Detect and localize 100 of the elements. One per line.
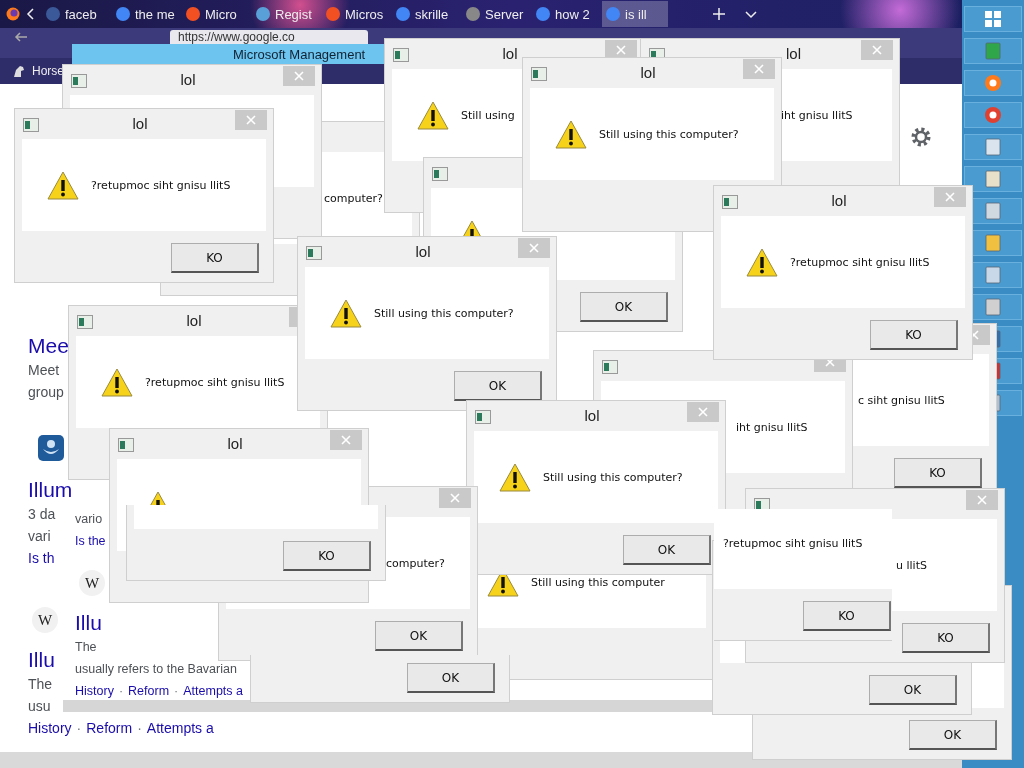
result-snippet: usu	[28, 697, 51, 716]
taskbar-app[interactable]	[964, 70, 1022, 96]
close-button[interactable]	[283, 66, 315, 86]
result-title[interactable]: Mee	[28, 333, 69, 359]
separator-dot: ·	[137, 719, 142, 738]
app-icon	[983, 137, 1003, 157]
new-tab-icon[interactable]	[712, 7, 726, 21]
browser-tab[interactable]: Micro	[182, 1, 248, 27]
window-title: lol	[502, 45, 518, 62]
dialog-message: c siht gnisu llitS	[858, 393, 945, 407]
app-icon	[983, 41, 1003, 61]
window-title: lol	[640, 64, 656, 81]
browser-tab[interactable]: is ill	[602, 1, 668, 27]
dialog-button[interactable]: KO	[171, 243, 259, 273]
window-icon	[393, 48, 409, 62]
close-icon	[616, 45, 626, 55]
close-button[interactable]	[235, 110, 267, 130]
dialog-button[interactable]: KO	[283, 541, 371, 571]
app-icon	[983, 297, 1003, 317]
window-title: lol	[415, 243, 431, 260]
close-button[interactable]	[934, 187, 966, 207]
dialog-button[interactable]: OK	[869, 675, 957, 705]
close-icon	[341, 435, 351, 445]
taskbar-app[interactable]	[964, 102, 1022, 128]
dialog-message: u llitS	[896, 558, 927, 572]
browser-tab[interactable]: Server	[462, 1, 528, 27]
result-link[interactable]: Is the	[75, 530, 106, 552]
warning-icon	[47, 170, 79, 200]
close-button[interactable]	[743, 59, 775, 79]
window-icon	[77, 315, 93, 329]
dialog-button[interactable]: KO	[902, 623, 990, 653]
close-button[interactable]	[330, 430, 362, 450]
window-title: lol	[786, 45, 801, 62]
dialog-message: Still using this computer?	[374, 306, 514, 320]
site-badge: W	[79, 570, 105, 596]
bookmark[interactable]: Horse	[32, 64, 64, 78]
sitelink[interactable]: Attempts a	[183, 680, 243, 702]
dialog-button[interactable]: OK	[909, 720, 997, 750]
window-title: lol	[186, 312, 202, 329]
close-button[interactable]	[966, 490, 998, 510]
window-icon	[432, 167, 448, 181]
window-icon	[118, 438, 134, 452]
separator-dot: ·	[174, 683, 179, 700]
result-link[interactable]: Is th	[28, 547, 55, 569]
browser-tab[interactable]: faceb	[42, 1, 108, 27]
taskbar-app[interactable]	[964, 6, 1022, 32]
dialog-button[interactable]: OK	[454, 371, 542, 401]
result-snippet: vario	[75, 511, 103, 528]
dialog-button[interactable]: KO	[803, 601, 891, 631]
dialog-message: iht gnisu llitS	[781, 108, 853, 122]
close-icon	[825, 357, 835, 367]
warning-icon	[746, 247, 778, 277]
close-button[interactable]	[518, 238, 550, 258]
app-icon	[983, 265, 1003, 285]
result-title[interactable]: Illu	[28, 647, 55, 673]
browser-tab[interactable]: Micros	[322, 1, 388, 27]
dialog-message: computer?	[386, 556, 445, 570]
close-icon	[294, 71, 304, 81]
sitelink[interactable]: History	[75, 680, 114, 702]
dialog-button[interactable]: KO	[870, 320, 958, 350]
separator-dot: ·	[118, 683, 124, 700]
sitelink[interactable]: Reform	[86, 717, 133, 739]
window-icon	[23, 118, 39, 132]
window-icon	[306, 246, 322, 260]
address-field[interactable]: https://www.google.co	[170, 30, 368, 44]
close-button[interactable]	[605, 40, 637, 60]
sitelink[interactable]: Attempts a	[146, 717, 214, 739]
dialog-button[interactable]: OK	[407, 663, 495, 693]
dialog-button[interactable]: OK	[623, 535, 711, 565]
close-button[interactable]	[687, 402, 719, 422]
sitelink[interactable]: History	[28, 717, 72, 739]
taskbar-app[interactable]	[964, 166, 1022, 192]
dialog-button[interactable]: OK	[375, 621, 463, 651]
browser-tab[interactable]: skrille	[392, 1, 458, 27]
browser-tab[interactable]: the me	[112, 1, 178, 27]
site-badge: W	[32, 607, 58, 633]
browser-logo-icon[interactable]	[6, 7, 20, 21]
settings-icon[interactable]	[910, 126, 932, 148]
taskbar-app[interactable]	[964, 134, 1022, 160]
browser-tab[interactable]: Regist	[252, 1, 318, 27]
sitelink[interactable]: Reform	[128, 680, 170, 702]
close-icon	[246, 115, 256, 125]
close-button[interactable]	[861, 40, 893, 60]
dialog-message: Still using this computer?	[599, 127, 739, 141]
dialog-button[interactable]: KO	[894, 458, 982, 488]
back-icon[interactable]	[14, 30, 28, 44]
app-icon	[983, 201, 1003, 221]
result-title[interactable]: Illum	[28, 477, 73, 503]
close-icon	[450, 493, 460, 503]
browser-tab[interactable]: how 2	[532, 1, 598, 27]
dialog-button[interactable]: OK	[580, 292, 668, 322]
window-title: lol	[132, 115, 148, 132]
site-icon	[38, 435, 64, 461]
app-icon	[983, 9, 1003, 29]
close-button[interactable]	[439, 488, 471, 508]
dialog-message: Still using this computer	[531, 575, 665, 589]
window-icon	[722, 195, 738, 209]
warning-icon	[555, 119, 587, 149]
horse-icon	[12, 64, 26, 78]
result-title[interactable]: Illu	[75, 610, 102, 636]
